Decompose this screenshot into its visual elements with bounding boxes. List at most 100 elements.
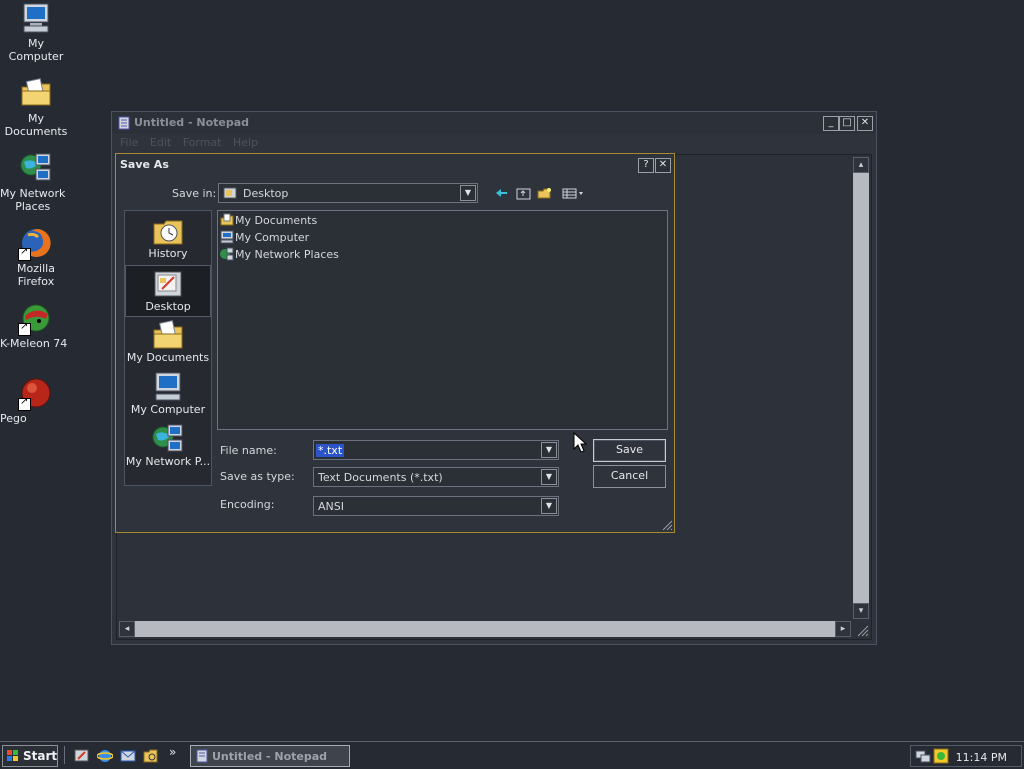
back-icon[interactable] <box>494 186 508 200</box>
update-tray-icon[interactable] <box>933 748 949 767</box>
views-menu-icon[interactable] <box>562 186 586 200</box>
horizontal-scrollbar[interactable]: ◂ ▸ <box>119 621 851 637</box>
outlook-icon[interactable] <box>120 748 136 767</box>
cancel-button[interactable]: Cancel <box>593 465 666 488</box>
chevron-down-icon[interactable]: ▼ <box>541 469 557 485</box>
desktop-icon-my-computer[interactable]: My Computer <box>0 2 72 63</box>
notepad-menu-bar: File Edit Format Help <box>112 134 876 152</box>
desktop-icon-label: Mozilla Firefox <box>17 262 55 288</box>
save-in-label: Save in: <box>172 187 217 200</box>
shortcut-arrow-icon <box>18 246 31 261</box>
scroll-down-button[interactable]: ▾ <box>853 603 869 619</box>
places-label: My Computer <box>130 403 206 416</box>
resize-grip-icon[interactable] <box>661 519 673 531</box>
menu-help[interactable]: Help <box>233 136 258 149</box>
ie-icon[interactable] <box>96 748 114 767</box>
new-folder-icon[interactable] <box>537 186 553 200</box>
help-button[interactable]: ? <box>638 158 654 173</box>
places-my-documents[interactable]: My Documents <box>125 317 211 369</box>
k-meleon-icon <box>18 302 52 336</box>
file-name-value: *.txt <box>316 444 345 457</box>
dialog-title: Save As <box>120 158 169 171</box>
scroll-left-button[interactable]: ◂ <box>119 621 135 637</box>
pego-icon <box>18 377 52 411</box>
notepad-app-icon <box>195 749 209 766</box>
scroll-up-button[interactable]: ▴ <box>853 157 869 173</box>
chevron-down-icon[interactable]: ▼ <box>541 442 557 458</box>
vertical-scrollbar[interactable]: ▴ ▾ <box>853 157 869 619</box>
menu-file[interactable]: File <box>120 136 138 149</box>
desktop-icon-mozilla-firefox[interactable]: Mozilla Firefox <box>0 227 72 288</box>
maximize-button[interactable]: □ <box>839 116 855 131</box>
file-name: My Network Places <box>235 247 339 261</box>
clock: 11:14 PM <box>955 751 1007 764</box>
network-tray-icon[interactable] <box>915 748 931 767</box>
places-label: My Documents <box>126 351 210 364</box>
taskbar: Start » Untitled - Notepad 11:14 PM <box>0 741 1024 769</box>
my-documents-folder-icon <box>20 77 52 109</box>
my-documents-icon <box>152 320 184 350</box>
my-computer-small-icon <box>220 230 234 244</box>
explorer-icon[interactable] <box>143 748 159 767</box>
list-item[interactable]: My Network Places <box>220 247 339 263</box>
resize-grip-icon[interactable] <box>855 623 869 637</box>
desktop-icon-pego[interactable]: Pego <box>0 377 72 425</box>
my-documents-small-icon <box>220 213 234 227</box>
save-as-dialog: Save As ? ✕ Save in: Desktop ▼ History D… <box>115 153 675 533</box>
desktop-icon-label: My Documents <box>4 112 68 138</box>
shortcut-arrow-icon <box>18 321 31 336</box>
scroll-right-button[interactable]: ▸ <box>835 621 851 637</box>
start-button[interactable]: Start <box>2 745 58 767</box>
close-button[interactable]: ✕ <box>857 116 873 131</box>
desktop-icon-label: Pego <box>0 412 27 425</box>
places-desktop[interactable]: Desktop <box>125 265 211 317</box>
encoding-value: ANSI <box>318 500 344 513</box>
save-as-type-dropdown[interactable]: Text Documents (*.txt) ▼ <box>313 467 559 487</box>
list-item[interactable]: My Documents <box>220 213 317 229</box>
my-computer-icon <box>152 372 184 402</box>
file-list[interactable]: My Documents My Computer My Network Plac… <box>217 210 668 430</box>
desktop-icon-my-documents[interactable]: My Documents <box>0 77 72 138</box>
desktop-icon-k-meleon[interactable]: K-Meleon 74 <box>0 302 72 350</box>
desktop-icon-label: My Computer <box>8 37 64 63</box>
up-folder-icon[interactable] <box>516 186 532 200</box>
minimize-button[interactable]: _ <box>823 116 839 131</box>
list-item[interactable]: My Computer <box>220 230 309 246</box>
dialog-title-bar[interactable]: Save As ? ✕ <box>116 154 674 176</box>
desktop-icon-label: My Network Places <box>0 187 65 213</box>
menu-edit[interactable]: Edit <box>150 136 171 149</box>
save-as-type-value: Text Documents (*.txt) <box>318 471 443 484</box>
start-label: Start <box>23 749 58 763</box>
places-my-computer[interactable]: My Computer <box>125 369 211 421</box>
mouse-cursor-icon <box>573 431 588 457</box>
taskbar-button-label: Untitled - Notepad <box>212 750 328 763</box>
file-name-input[interactable]: *.txt ▼ <box>313 440 559 460</box>
history-icon <box>152 216 184 246</box>
encoding-label: Encoding: <box>220 498 275 511</box>
chevron-down-icon[interactable]: ▼ <box>460 185 476 201</box>
windows-logo-icon <box>6 749 20 766</box>
taskbar-button-notepad[interactable]: Untitled - Notepad <box>190 745 350 767</box>
save-in-dropdown[interactable]: Desktop ▼ <box>218 183 478 203</box>
save-as-type-label: Save as type: <box>220 470 295 483</box>
places-history[interactable]: History <box>125 213 211 265</box>
label-line-1: My Network <box>0 187 66 200</box>
file-name: My Documents <box>235 213 318 227</box>
save-button[interactable]: Save <box>593 439 666 462</box>
save-in-value: Desktop <box>243 187 289 200</box>
places-label: Desktop <box>145 300 191 313</box>
places-my-network[interactable]: My Network P... <box>125 421 211 473</box>
places-label: History <box>148 247 188 260</box>
notepad-app-icon <box>117 116 131 133</box>
file-name: My Computer <box>235 230 310 244</box>
desktop-icon <box>152 269 184 299</box>
chevron-down-icon[interactable]: ▼ <box>541 498 557 514</box>
places-label: My Network P... <box>125 455 211 468</box>
show-desktop-icon[interactable] <box>74 748 90 767</box>
notepad-title-bar[interactable]: Untitled - Notepad _ □ ✕ <box>112 112 876 134</box>
menu-format[interactable]: Format <box>183 136 222 149</box>
quicklaunch-chevron[interactable]: » <box>169 745 176 759</box>
encoding-dropdown[interactable]: ANSI ▼ <box>313 496 559 516</box>
dialog-close-button[interactable]: ✕ <box>655 158 671 173</box>
desktop-icon-my-network-places[interactable]: My Network Places <box>0 152 72 213</box>
